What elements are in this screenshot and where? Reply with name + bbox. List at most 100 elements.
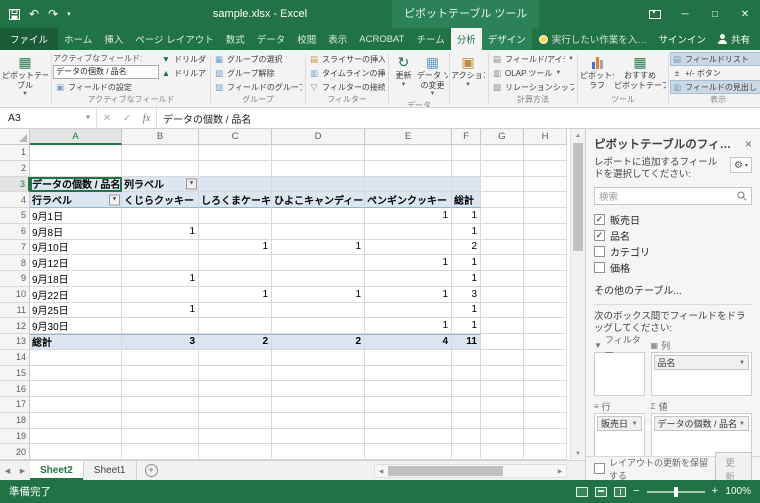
row-header-7[interactable]: 7 xyxy=(0,239,30,256)
defer-layout-checkbox[interactable] xyxy=(594,463,605,474)
row-header-16[interactable]: 16 xyxy=(0,381,30,397)
cell-F6[interactable]: 1 xyxy=(452,223,481,240)
row-header-12[interactable]: 12 xyxy=(0,318,30,334)
cell-B6[interactable]: 1 xyxy=(122,223,199,240)
area-field-pill[interactable]: 品名 ▼ xyxy=(653,355,749,370)
row-header-19[interactable]: 19 xyxy=(0,428,30,445)
area-field-pill[interactable]: 販売日 ▼ xyxy=(597,416,642,431)
cell-D13[interactable]: 2 xyxy=(272,334,365,350)
ribbon-tab[interactable]: チーム xyxy=(410,28,450,50)
cell-E12[interactable]: 1 xyxy=(365,318,452,334)
cell-H7[interactable] xyxy=(524,239,567,256)
row-header-8[interactable]: 8 xyxy=(0,255,30,271)
cell-D14[interactable] xyxy=(272,349,365,366)
cell-D15[interactable] xyxy=(272,365,365,382)
cell-A11[interactable]: 9月25日 xyxy=(30,302,122,319)
cell-H5[interactable] xyxy=(524,208,567,224)
cell-C11[interactable] xyxy=(199,302,272,319)
filter-connections-button[interactable]: ▽ フィルターの接続 xyxy=(307,80,387,94)
row-header-4[interactable]: 4 xyxy=(0,192,30,208)
field-list-toggle[interactable]: ▤ フィールドリスト xyxy=(670,52,760,66)
cell-B17[interactable] xyxy=(122,397,199,413)
pivottable-menu-button[interactable]: ▦ ピボットテー ブル ▼ xyxy=(2,51,48,107)
cell-H10[interactable] xyxy=(524,286,567,303)
tell-me-box[interactable]: 実行したい作業を入力してください... xyxy=(532,28,659,50)
cell-A19[interactable] xyxy=(30,428,122,445)
filters-area-box[interactable] xyxy=(594,352,645,396)
field-list-item[interactable]: ✓ 販売日 xyxy=(594,211,752,227)
fields-items-sets-button[interactable]: ▤フィールド/アイテム/セット▼ xyxy=(490,52,576,66)
zoom-slider-thumb[interactable] xyxy=(673,486,678,497)
drill-down-button[interactable]: ▼ ドリルダウン xyxy=(159,52,209,66)
cell-H14[interactable] xyxy=(524,349,567,366)
scroll-down-icon[interactable]: ▼ xyxy=(571,447,585,460)
undo-icon[interactable]: ↶ xyxy=(29,8,39,20)
scroll-up-icon[interactable]: ▲ xyxy=(571,129,585,142)
row-header-17[interactable]: 17 xyxy=(0,397,30,413)
cell-C7[interactable]: 1 xyxy=(199,239,272,256)
customize-quick-access-icon[interactable]: ▾ xyxy=(67,11,71,18)
horizontal-scrollbar[interactable]: ◀ ▶ xyxy=(374,464,567,478)
cell-E6[interactable] xyxy=(365,223,452,240)
cell-A20[interactable] xyxy=(30,444,122,460)
cell-G1[interactable] xyxy=(481,145,524,161)
cell-G20[interactable] xyxy=(481,444,524,460)
vertical-scrollbar[interactable]: ▲ ▼ xyxy=(570,129,585,460)
cell-G3[interactable] xyxy=(481,176,524,193)
cell-E14[interactable] xyxy=(365,349,452,366)
cell-C15[interactable] xyxy=(199,365,272,382)
refresh-button[interactable]: ↻ 更新 ▼ xyxy=(390,51,417,100)
area-field-pill[interactable]: データの個数 / 品名 ▼ xyxy=(653,416,749,431)
redo-icon[interactable]: ↷ xyxy=(48,8,58,20)
cell-G4[interactable] xyxy=(481,192,524,208)
cell-A18[interactable] xyxy=(30,412,122,429)
cell-G5[interactable] xyxy=(481,208,524,224)
cell-H12[interactable] xyxy=(524,318,567,334)
relationships-button[interactable]: ▧ リレーションシップ xyxy=(490,80,576,94)
cell-F15[interactable] xyxy=(452,365,481,382)
scroll-right-icon[interactable]: ▶ xyxy=(554,465,566,477)
cell-A6[interactable]: 9月8日 xyxy=(30,223,122,240)
drill-up-button[interactable]: ▲ ドリルアップ xyxy=(159,66,209,80)
cell-G16[interactable] xyxy=(481,381,524,397)
ribbon-tab[interactable]: ページ レイアウト xyxy=(129,28,219,50)
cell-C18[interactable] xyxy=(199,412,272,429)
cell-C19[interactable] xyxy=(199,428,272,445)
cell-E5[interactable]: 1 xyxy=(365,208,452,224)
horizontal-scrollbar-thumb[interactable] xyxy=(388,466,503,476)
cell-H16[interactable] xyxy=(524,381,567,397)
cell-H13[interactable] xyxy=(524,334,567,350)
cell-D17[interactable] xyxy=(272,397,365,413)
olap-tools-button[interactable]: ▥ OLAP ツール ▼ xyxy=(490,66,576,80)
cell-C16[interactable] xyxy=(199,381,272,397)
cell-E4[interactable]: ペンギンクッキー xyxy=(365,192,452,208)
cell-A7[interactable]: 9月10日 xyxy=(30,239,122,256)
cell-A5[interactable]: 9月1日 xyxy=(30,208,122,224)
more-tables-link[interactable]: その他のテーブル... xyxy=(594,282,752,297)
cell-F7[interactable]: 2 xyxy=(452,239,481,256)
cell-D11[interactable] xyxy=(272,302,365,319)
cell-A1[interactable] xyxy=(30,145,122,161)
filter-dropdown-icon[interactable]: ▼ xyxy=(186,178,197,190)
new-sheet-button[interactable]: + xyxy=(144,464,158,477)
cell-C3[interactable] xyxy=(199,176,272,193)
cell-D16[interactable] xyxy=(272,381,365,397)
field-checkbox[interactable] xyxy=(594,245,605,257)
group-selection-button[interactable]: ▦ グループの選択 xyxy=(212,52,304,66)
cancel-icon[interactable]: ✕ xyxy=(103,113,111,124)
cell-G15[interactable] xyxy=(481,365,524,382)
cell-D20[interactable] xyxy=(272,444,365,460)
cell-E7[interactable] xyxy=(365,239,452,256)
name-box-dropdown-icon[interactable]: ▼ xyxy=(85,115,91,121)
ribbon-tab[interactable]: ホーム xyxy=(58,28,98,50)
ribbon-tab[interactable]: ACROBAT xyxy=(353,28,410,50)
cell-H4[interactable] xyxy=(524,192,567,208)
cell-F10[interactable]: 3 xyxy=(452,286,481,303)
cell-E13[interactable]: 4 xyxy=(365,334,452,350)
cell-E20[interactable] xyxy=(365,444,452,460)
cell-H1[interactable] xyxy=(524,145,567,161)
cell-D1[interactable] xyxy=(272,145,365,161)
cell-D2[interactable] xyxy=(272,160,365,177)
cell-A12[interactable]: 9月30日 xyxy=(30,318,122,334)
sheet-tab-sheet2[interactable]: Sheet2 xyxy=(30,461,84,480)
